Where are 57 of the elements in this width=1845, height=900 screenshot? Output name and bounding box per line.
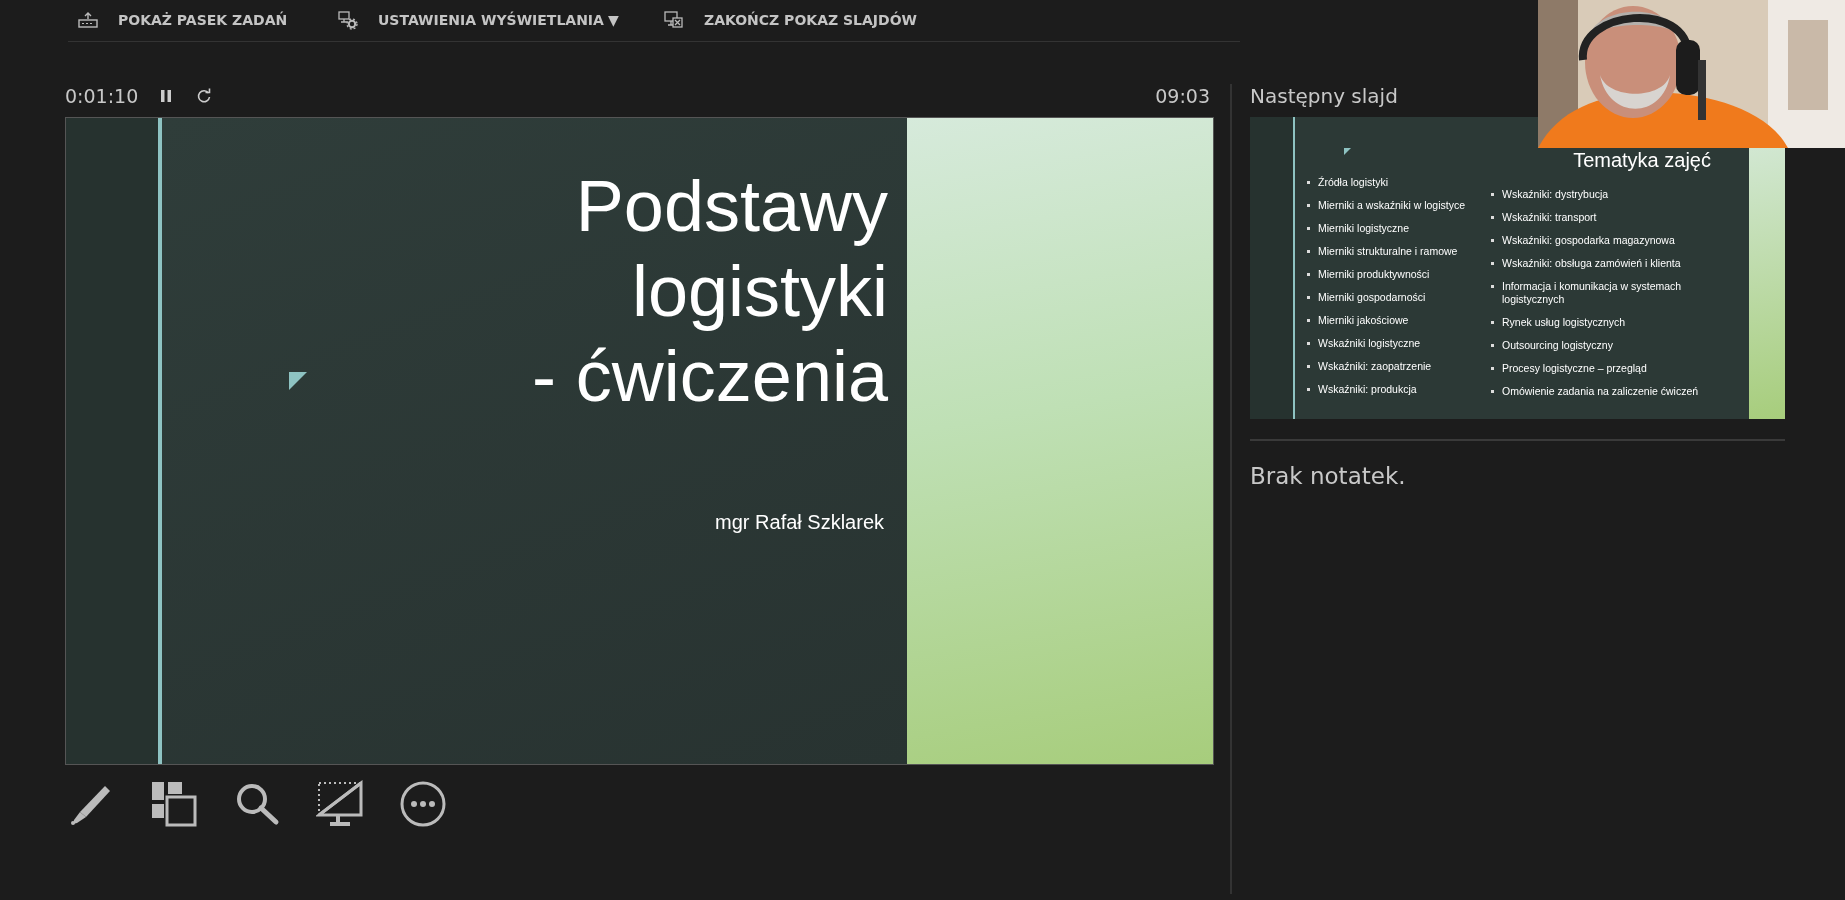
slide-bullet-text: Omówienie zadania na zaliczenie ćwiczeń xyxy=(1502,385,1699,398)
toolbar-button[interactable]: POKAŻ PASEK ZADAŃ xyxy=(72,8,332,32)
slide-bullet-text: Źródła logistyki xyxy=(1318,176,1389,189)
bullet-icon xyxy=(1307,250,1310,253)
taskbar-icon xyxy=(78,12,98,28)
slide-bullet-text: Wskaźniki: transport xyxy=(1502,211,1597,224)
slide-author: mgr Rafał Szklarek xyxy=(715,511,884,534)
slide-bullet-text: Informacja i komunikacja w systemach logistycznych xyxy=(1502,280,1683,306)
bullet-icon xyxy=(1491,216,1494,219)
bullet-icon xyxy=(1307,204,1310,207)
slide-bullet-text: Mierniki a wskaźniki w logistyce xyxy=(1318,199,1466,212)
slide-bullet-text: Outsourcing logistyczny xyxy=(1502,339,1613,352)
bullet-icon xyxy=(1307,319,1310,322)
bullet-icon xyxy=(1491,193,1494,196)
slide-bullet-text: Mierniki strukturalne i ramowe xyxy=(1318,245,1458,258)
bullet-icon xyxy=(1491,262,1494,265)
bullet-icon xyxy=(1491,239,1494,242)
next-slide-thumbnail[interactable] xyxy=(1250,117,1785,419)
slides-grid-icon[interactable] xyxy=(150,780,198,828)
bullet-icon xyxy=(1307,181,1310,184)
notes-text: Brak notatek. xyxy=(1250,463,1407,489)
bullet-icon xyxy=(1307,227,1310,230)
slide-bullet-text: Mierniki jakościowe xyxy=(1318,314,1409,327)
toolbar-button[interactable]: ZAKOŃCZ POKAZ SLAJDÓW xyxy=(658,6,923,34)
bullet-icon xyxy=(1491,285,1494,288)
slide-bullet-text: Wskaźniki: gospodarka magazynowa xyxy=(1502,234,1675,247)
monitor-slash-icon[interactable] xyxy=(316,780,364,828)
bullet-icon xyxy=(1307,365,1310,368)
triangle-icon xyxy=(289,372,307,390)
slide-title: Podstawy logistyki - ćwiczenia xyxy=(531,165,888,418)
slide-bullet-text: Rynek usług logistycznych xyxy=(1502,316,1626,329)
slide-bullet-text: Wskaźniki logistyczne xyxy=(1318,337,1421,350)
triangle-icon xyxy=(1344,148,1351,155)
slide-bullet-text: Wskaźniki: zaopatrzenie xyxy=(1318,360,1432,373)
clock-time: 09:03 xyxy=(1155,84,1210,107)
display-settings-icon xyxy=(338,10,358,30)
bullet-icon xyxy=(1491,321,1494,324)
bullet-icon xyxy=(1307,273,1310,276)
end-show-icon xyxy=(664,10,684,30)
slide-bullet-text: Wskaźniki: obsługa zamówień i klienta xyxy=(1502,257,1681,270)
thumbnail-title: Tematyka zajęć xyxy=(1573,149,1711,172)
elapsed-time: 0:01:10 xyxy=(65,84,139,107)
bullet-icon xyxy=(1307,388,1310,391)
toolbar-button[interactable]: USTAWIENIA WYŚWIETLANIA ▼ xyxy=(332,6,658,34)
slide-bullet-text: Wskaźniki: produkcja xyxy=(1318,383,1417,396)
slide-bullet-text: Mierniki produktywności xyxy=(1318,268,1430,281)
slide-bullet-text: Procesy logistyczne – przegląd xyxy=(1502,362,1647,375)
bullet-icon xyxy=(1491,390,1494,393)
bullet-icon xyxy=(1491,367,1494,370)
slide-bullet-text: Wskaźniki: dystrybucja xyxy=(1502,188,1609,201)
bullet-icon xyxy=(1491,344,1494,347)
slide-bullet-text: Mierniki logistyczne xyxy=(1318,222,1410,235)
next-slide-heading: Następny slajd xyxy=(1250,82,1399,110)
more-options-icon[interactable] xyxy=(399,780,447,828)
bullet-icon xyxy=(1307,296,1310,299)
slide-bullet-text: Mierniki gospodarności xyxy=(1318,291,1426,304)
bullet-icon xyxy=(1307,342,1310,345)
